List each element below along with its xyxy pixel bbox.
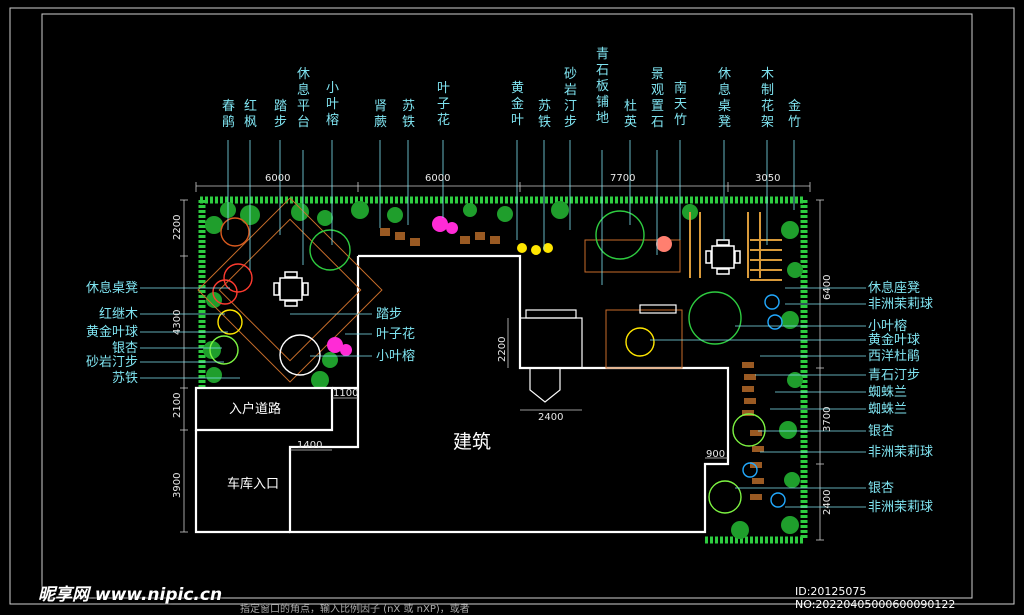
entry-steps bbox=[519, 309, 583, 403]
small-leaf-banyan bbox=[279, 334, 321, 376]
label-xiyangdujuan: 西洋杜鹃 bbox=[868, 348, 920, 364]
dim-1100: 1100 bbox=[333, 388, 358, 399]
label-sutie-l: 苏铁 bbox=[112, 370, 138, 386]
watermark-id: ID:20125075 NO:20220405000600090122 bbox=[795, 585, 956, 611]
label-shayantingbu-l: 砂岩汀步 bbox=[86, 355, 138, 370]
label-huangjinye: 黄金叶 bbox=[511, 81, 524, 128]
garage-entry-label: 车库入口 bbox=[227, 476, 279, 492]
label-zhizhulan2: 蜘蛛兰 bbox=[868, 402, 907, 417]
label-hongfeng: 红枫 bbox=[244, 98, 257, 130]
label-huangjinyeqiu-l: 黄金叶球 bbox=[86, 324, 138, 340]
dim-right-3: 2400 bbox=[822, 490, 833, 515]
label-shenjue: 肾蕨 bbox=[374, 99, 387, 130]
label-xiaoyerong: 小叶榕 bbox=[326, 81, 339, 128]
rest-bench bbox=[639, 304, 677, 314]
dim-left-2: 4300 bbox=[172, 310, 183, 335]
label-xiuxizhuodeng: 休息桌凳 bbox=[718, 67, 731, 130]
ginkgo-right-2 bbox=[708, 480, 742, 514]
label-sutie: 苏铁 bbox=[402, 98, 415, 130]
label-tabu-i: 踏步 bbox=[376, 307, 402, 322]
small-leaf-banyan-right bbox=[688, 291, 742, 345]
label-xiuxipingtai: 休息平台 bbox=[297, 67, 310, 130]
dim-900: 900 bbox=[706, 449, 725, 460]
label-qingshitingbu: 青石汀步 bbox=[868, 368, 920, 383]
label-jingguanzhishi: 景观置石 bbox=[651, 67, 664, 130]
label-yinxing-r1: 银杏 bbox=[868, 424, 894, 439]
dim-1400: 1400 bbox=[297, 440, 322, 451]
dim-top-2: 6000 bbox=[425, 173, 450, 184]
dim-top-1: 6000 bbox=[265, 173, 290, 184]
dim-left-3: 2100 bbox=[172, 393, 183, 418]
label-chunjuan: 春鹃 bbox=[222, 99, 235, 130]
label-xiuxizuodeng: 休息座凳 bbox=[868, 280, 920, 296]
label-yezihua-i: 叶子花 bbox=[376, 326, 415, 342]
small-leaf-banyan bbox=[309, 229, 351, 271]
watermark-site: 昵享网 www.nipic.cn bbox=[38, 585, 223, 605]
elaeocarpus-tree bbox=[595, 210, 645, 260]
left-plant-labels: 休息桌凳红继木黄金叶球银杏砂岩汀步苏铁 bbox=[86, 280, 138, 386]
top-plant-labels: 春鹃红枫踏步休息平台小叶榕肾蕨苏铁叶子花黄金叶苏铁砂岩汀步青石板铺地杜英景观置石… bbox=[222, 47, 801, 130]
label-huangjinyeqiu-r: 黄金叶球 bbox=[868, 332, 920, 348]
dim-left-1: 2200 bbox=[172, 215, 183, 240]
label-tabu: 踏步 bbox=[274, 99, 287, 130]
label-xiuxizhuodeng-l: 休息桌凳 bbox=[86, 280, 138, 296]
label-hongjimu: 红继木 bbox=[99, 306, 138, 322]
label-feizhoumoliqiu2: 非洲茉莉球 bbox=[868, 445, 933, 460]
dim-left-4: 3900 bbox=[172, 473, 183, 498]
building-label: 建筑 bbox=[453, 431, 491, 453]
dim-right-1: 6400 bbox=[822, 275, 833, 300]
rest-table-left bbox=[273, 271, 309, 307]
azalea-tree bbox=[220, 217, 250, 247]
label-yezihua: 叶子花 bbox=[437, 81, 450, 128]
rest-table-right bbox=[705, 239, 741, 275]
label-xiaoyerong-r: 小叶榕 bbox=[868, 319, 907, 334]
label-shayantingbu: 砂岩汀步 bbox=[564, 67, 577, 130]
label-jinzhu: 金竹 bbox=[788, 98, 801, 130]
label-yinxing-l: 银杏 bbox=[112, 341, 138, 356]
inner-plant-labels: 踏步叶子花小叶榕 bbox=[376, 307, 415, 364]
golden-leaf-ball-right bbox=[625, 327, 655, 357]
label-sutie2: 苏铁 bbox=[538, 98, 551, 130]
dim-2400-inner: 2400 bbox=[538, 412, 563, 423]
label-yinxing-r2: 银杏 bbox=[868, 481, 894, 496]
label-xiaoyerong-i: 小叶榕 bbox=[376, 349, 415, 364]
plant-texture bbox=[203, 201, 803, 539]
wood-pergola bbox=[689, 212, 782, 281]
landscape-plan-drawing: 春鹃红枫踏步休息平台小叶榕肾蕨苏铁叶子花黄金叶苏铁砂岩汀步青石板铺地杜英景观置石… bbox=[9, 7, 1015, 605]
command-line-status: 指定窗口的角点，输入比例因子 (nX 或 nXP)，或者 bbox=[240, 604, 470, 615]
label-feizhoumoliqiu1: 非洲茉莉球 bbox=[868, 297, 933, 312]
label-qingshibanpudi: 青石板铺地 bbox=[596, 47, 609, 126]
right-plant-labels: 休息座凳非洲茉莉球小叶榕黄金叶球西洋杜鹃青石汀步蜘蛛兰蜘蛛兰银杏非洲茉莉球银杏非… bbox=[868, 280, 933, 515]
entry-road-label: 入户道路 bbox=[229, 401, 281, 417]
label-duying: 杜英 bbox=[624, 99, 637, 130]
african-jasmine-ball-3 bbox=[770, 492, 786, 508]
dim-top-4: 3050 bbox=[755, 173, 780, 184]
dim-right-2: 3700 bbox=[822, 407, 833, 432]
label-zhizhulan1: 蜘蛛兰 bbox=[868, 385, 907, 400]
label-muzhihuajia: 木制花架 bbox=[761, 67, 774, 130]
dim-2200-inner: 2200 bbox=[497, 337, 508, 362]
african-jasmine-ball-1 bbox=[764, 294, 780, 310]
label-nantianzhu: 南天竹 bbox=[674, 80, 687, 128]
african-jasmine-ball-1b bbox=[767, 314, 783, 330]
label-feizhoumoliqiu3: 非洲茉莉球 bbox=[868, 500, 933, 515]
dim-top-3: 7700 bbox=[610, 173, 635, 184]
